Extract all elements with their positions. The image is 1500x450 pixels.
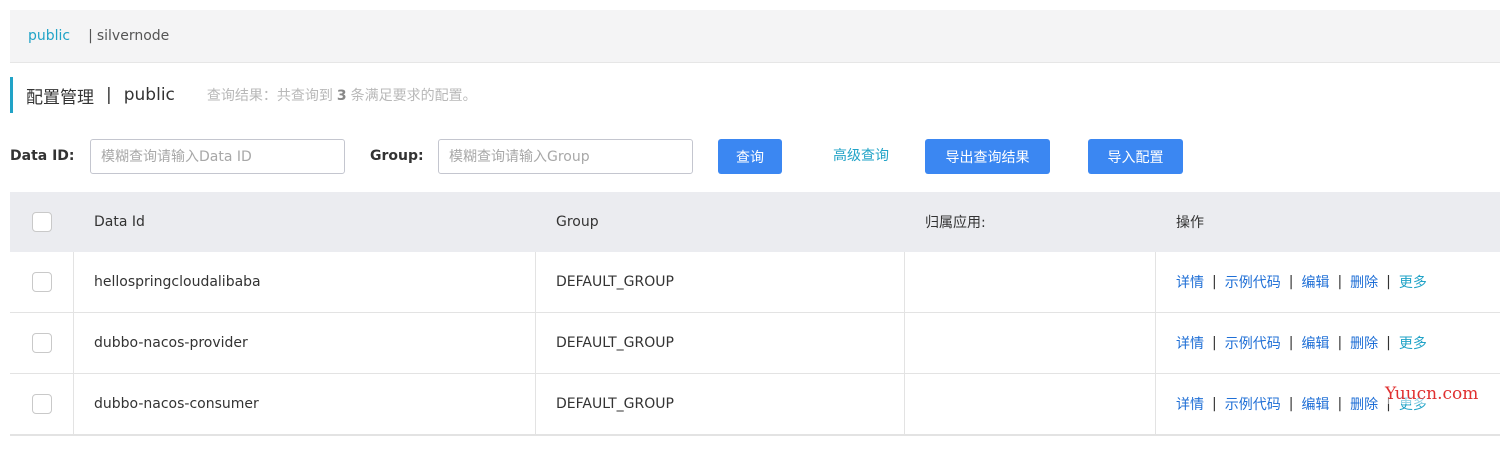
title-accent-bar — [10, 77, 13, 113]
row-checkbox[interactable] — [32, 333, 52, 353]
namespace-separator: | — [88, 28, 93, 44]
import-config-button[interactable]: 导入配置 — [1088, 139, 1183, 174]
result-prefix: 查询结果：共查询到 — [206, 88, 333, 104]
cell-actions: 详情 | 示例代码 | 编辑 | 删除 | 更多 — [1156, 252, 1500, 312]
query-button[interactable]: 查询 — [718, 139, 782, 174]
result-suffix: 条满足要求的配置。 — [350, 88, 477, 104]
delete-link[interactable]: 删除 — [1350, 333, 1378, 353]
namespace-bar: public | silvernode — [10, 10, 1500, 63]
action-separator: | — [1212, 396, 1217, 412]
table-row: hellospringcloudalibaba DEFAULT_GROUP 详情… — [10, 252, 1500, 313]
column-header-app: 归属应用: — [925, 215, 986, 231]
delete-link[interactable]: 删除 — [1350, 272, 1378, 292]
group-input[interactable] — [438, 139, 693, 174]
cell-data-id: dubbo-nacos-provider — [74, 313, 536, 373]
cell-actions: 详情 | 示例代码 | 编辑 | 删除 | 更多 — [1156, 313, 1500, 373]
action-separator: | — [1337, 335, 1343, 351]
cell-app — [905, 313, 1156, 373]
detail-link[interactable]: 详情 — [1176, 333, 1204, 353]
row-checkbox[interactable] — [32, 394, 52, 414]
sample-code-link[interactable]: 示例代码 — [1225, 272, 1281, 292]
action-separator: | — [1288, 274, 1294, 290]
cell-data-id: hellospringcloudalibaba — [74, 252, 536, 312]
cell-group: DEFAULT_GROUP — [536, 252, 905, 312]
export-results-button[interactable]: 导出查询结果 — [925, 139, 1050, 174]
row-checkbox[interactable] — [32, 272, 52, 292]
title-namespace: public — [123, 85, 175, 105]
delete-link[interactable]: 删除 — [1350, 394, 1378, 414]
select-all-checkbox[interactable] — [32, 212, 52, 232]
advanced-query-link[interactable]: 高级查询 — [833, 139, 889, 174]
action-separator: | — [1386, 335, 1391, 351]
action-separator: | — [1337, 274, 1343, 290]
detail-link[interactable]: 详情 — [1176, 394, 1204, 414]
action-separator: | — [1337, 396, 1343, 412]
cell-app — [905, 374, 1156, 434]
more-link[interactable]: 更多 — [1399, 333, 1427, 353]
action-separator: | — [1386, 274, 1391, 290]
data-id-label: Data ID: — [10, 148, 75, 164]
namespace-silvernode[interactable]: silvernode — [97, 28, 169, 44]
edit-link[interactable]: 编辑 — [1301, 333, 1329, 353]
query-result-summary: 查询结果：共查询到 3 条满足要求的配置。 — [207, 85, 477, 105]
cell-group: DEFAULT_GROUP — [536, 374, 905, 434]
column-header-actions: 操作 — [1176, 215, 1204, 231]
cell-app — [905, 252, 1156, 312]
config-table: Data Id Group 归属应用: 操作 hellospringclouda… — [10, 192, 1500, 436]
page-title: 配置管理 — [26, 87, 94, 108]
sample-code-link[interactable]: 示例代码 — [1225, 394, 1281, 414]
data-id-input[interactable] — [90, 139, 345, 174]
detail-link[interactable]: 详情 — [1176, 272, 1204, 292]
group-label: Group: — [370, 148, 424, 164]
namespace-public[interactable]: public — [28, 28, 70, 44]
column-header-group: Group — [556, 214, 599, 230]
cell-data-id: dubbo-nacos-consumer — [74, 374, 536, 434]
cell-actions: 详情 | 示例代码 | 编辑 | 删除 | 更多 — [1156, 374, 1500, 434]
table-header: Data Id Group 归属应用: 操作 — [10, 192, 1500, 252]
edit-link[interactable]: 编辑 — [1301, 272, 1329, 292]
result-count: 3 — [336, 88, 347, 104]
table-row: dubbo-nacos-provider DEFAULT_GROUP 详情 | … — [10, 313, 1500, 374]
page-header: 配置管理 | public 查询结果：共查询到 3 条满足要求的配置。 — [10, 77, 477, 113]
table-row: dubbo-nacos-consumer DEFAULT_GROUP 详情 | … — [10, 374, 1500, 435]
edit-link[interactable]: 编辑 — [1301, 394, 1329, 414]
action-separator: | — [1212, 274, 1217, 290]
watermark-text: Yuucn.com — [1385, 384, 1479, 404]
more-link[interactable]: 更多 — [1399, 272, 1427, 292]
column-header-data-id: Data Id — [94, 214, 145, 230]
cell-group: DEFAULT_GROUP — [536, 313, 905, 373]
action-separator: | — [1288, 396, 1294, 412]
action-separator: | — [1288, 335, 1294, 351]
sample-code-link[interactable]: 示例代码 — [1225, 333, 1281, 353]
title-divider: | — [106, 85, 112, 105]
action-separator: | — [1212, 335, 1217, 351]
